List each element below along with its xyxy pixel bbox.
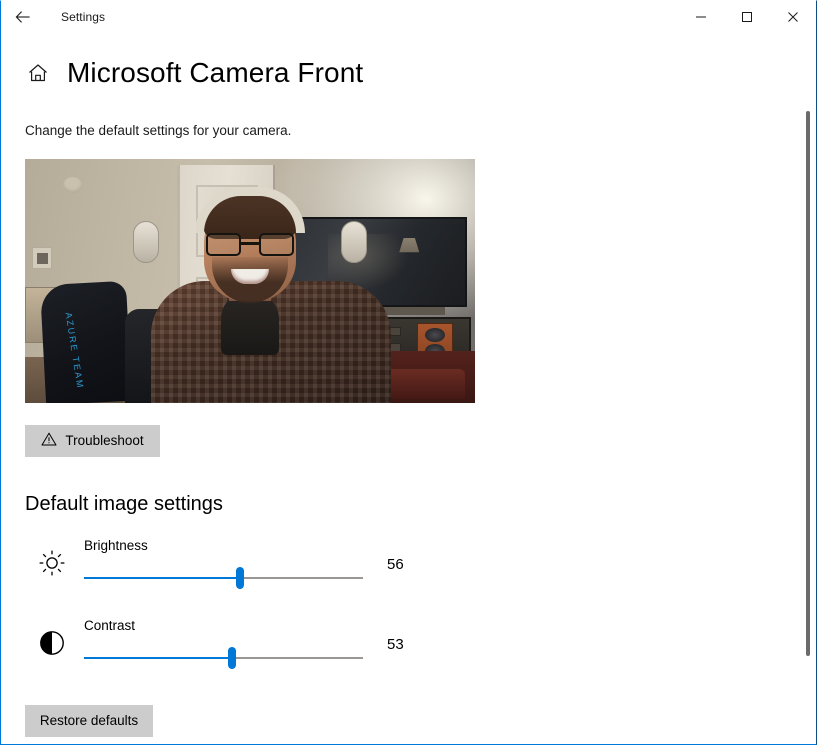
window-controls: [678, 1, 816, 33]
minimize-button[interactable]: [678, 1, 724, 33]
contrast-half-circle-icon: [36, 627, 68, 659]
preview-person-glasses: [206, 233, 294, 257]
preview-glasses-lens: [259, 233, 294, 256]
title-bar: Settings: [1, 1, 816, 33]
brightness-slider[interactable]: [84, 568, 363, 588]
close-icon: [787, 11, 799, 23]
preview-headphone-earcup: [133, 221, 159, 263]
back-button[interactable]: [1, 1, 45, 33]
restore-defaults-button[interactable]: Restore defaults: [25, 705, 153, 737]
warning-triangle-icon: [41, 431, 57, 452]
page-subtitle: Change the default settings for your cam…: [25, 122, 792, 140]
vertical-scrollbar[interactable]: [803, 33, 813, 744]
section-title: Default image settings: [25, 491, 792, 517]
preview-glasses-lens: [206, 233, 241, 256]
maximize-button[interactable]: [724, 1, 770, 33]
contrast-track-fill: [84, 657, 232, 659]
contrast-slider-thumb[interactable]: [228, 647, 236, 669]
contrast-slider[interactable]: [84, 648, 363, 668]
preview-jacket-text: AZURE TEAM: [63, 312, 85, 390]
preview-light-switch: [32, 247, 52, 269]
contrast-slider-row: Contrast 53: [25, 615, 792, 677]
brightness-value: 56: [387, 555, 404, 575]
close-button[interactable]: [770, 1, 816, 33]
brightness-track-fill: [84, 577, 240, 579]
preview-headphone-earcup: [341, 221, 367, 263]
troubleshoot-label: Troubleshoot: [65, 433, 143, 449]
preview-smoke-detector: [63, 177, 82, 193]
titlebar-title: Settings: [61, 1, 105, 33]
brightness-sun-icon: [36, 547, 68, 579]
scrollbar-thumb[interactable]: [806, 111, 810, 656]
page-header: Microsoft Camera Front: [1, 51, 816, 95]
preview-glasses-bridge: [241, 242, 259, 245]
home-icon[interactable]: [25, 60, 51, 86]
brightness-slider-row: Brightness 56: [25, 535, 792, 597]
brightness-slider-thumb[interactable]: [236, 567, 244, 589]
minimize-icon: [695, 11, 707, 23]
preview-jacket: AZURE TEAM: [40, 281, 132, 403]
settings-window: Settings: [0, 0, 817, 745]
restore-defaults-label: Restore defaults: [40, 713, 138, 729]
troubleshoot-button[interactable]: Troubleshoot: [25, 425, 160, 457]
contrast-label: Contrast: [84, 617, 135, 635]
maximize-icon: [741, 11, 753, 23]
preview-speaker-cone: [425, 328, 445, 342]
contrast-value: 53: [387, 635, 404, 655]
page-title: Microsoft Camera Front: [67, 56, 363, 90]
content-area: Change the default settings for your cam…: [1, 95, 816, 737]
camera-preview: AZURE TEAM: [25, 159, 475, 403]
back-arrow-icon: [15, 9, 31, 25]
brightness-label: Brightness: [84, 537, 148, 555]
